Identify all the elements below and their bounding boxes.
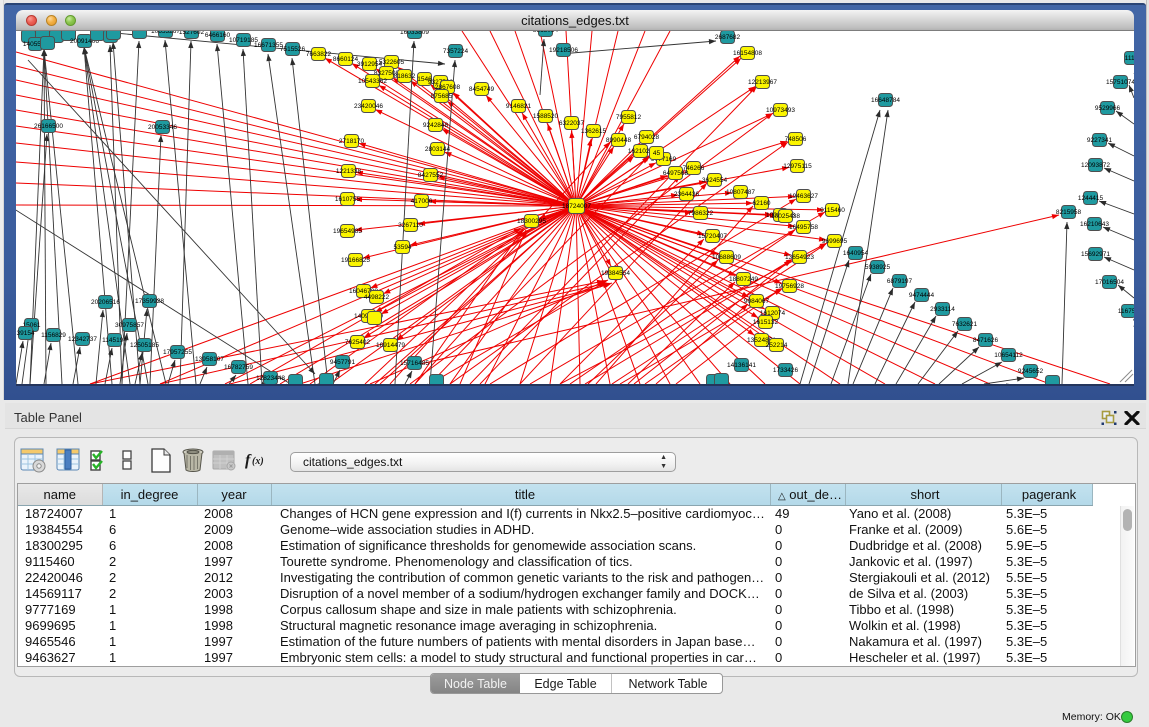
- svg-text:(x): (x): [252, 456, 264, 467]
- svg-text:f: f: [245, 452, 252, 469]
